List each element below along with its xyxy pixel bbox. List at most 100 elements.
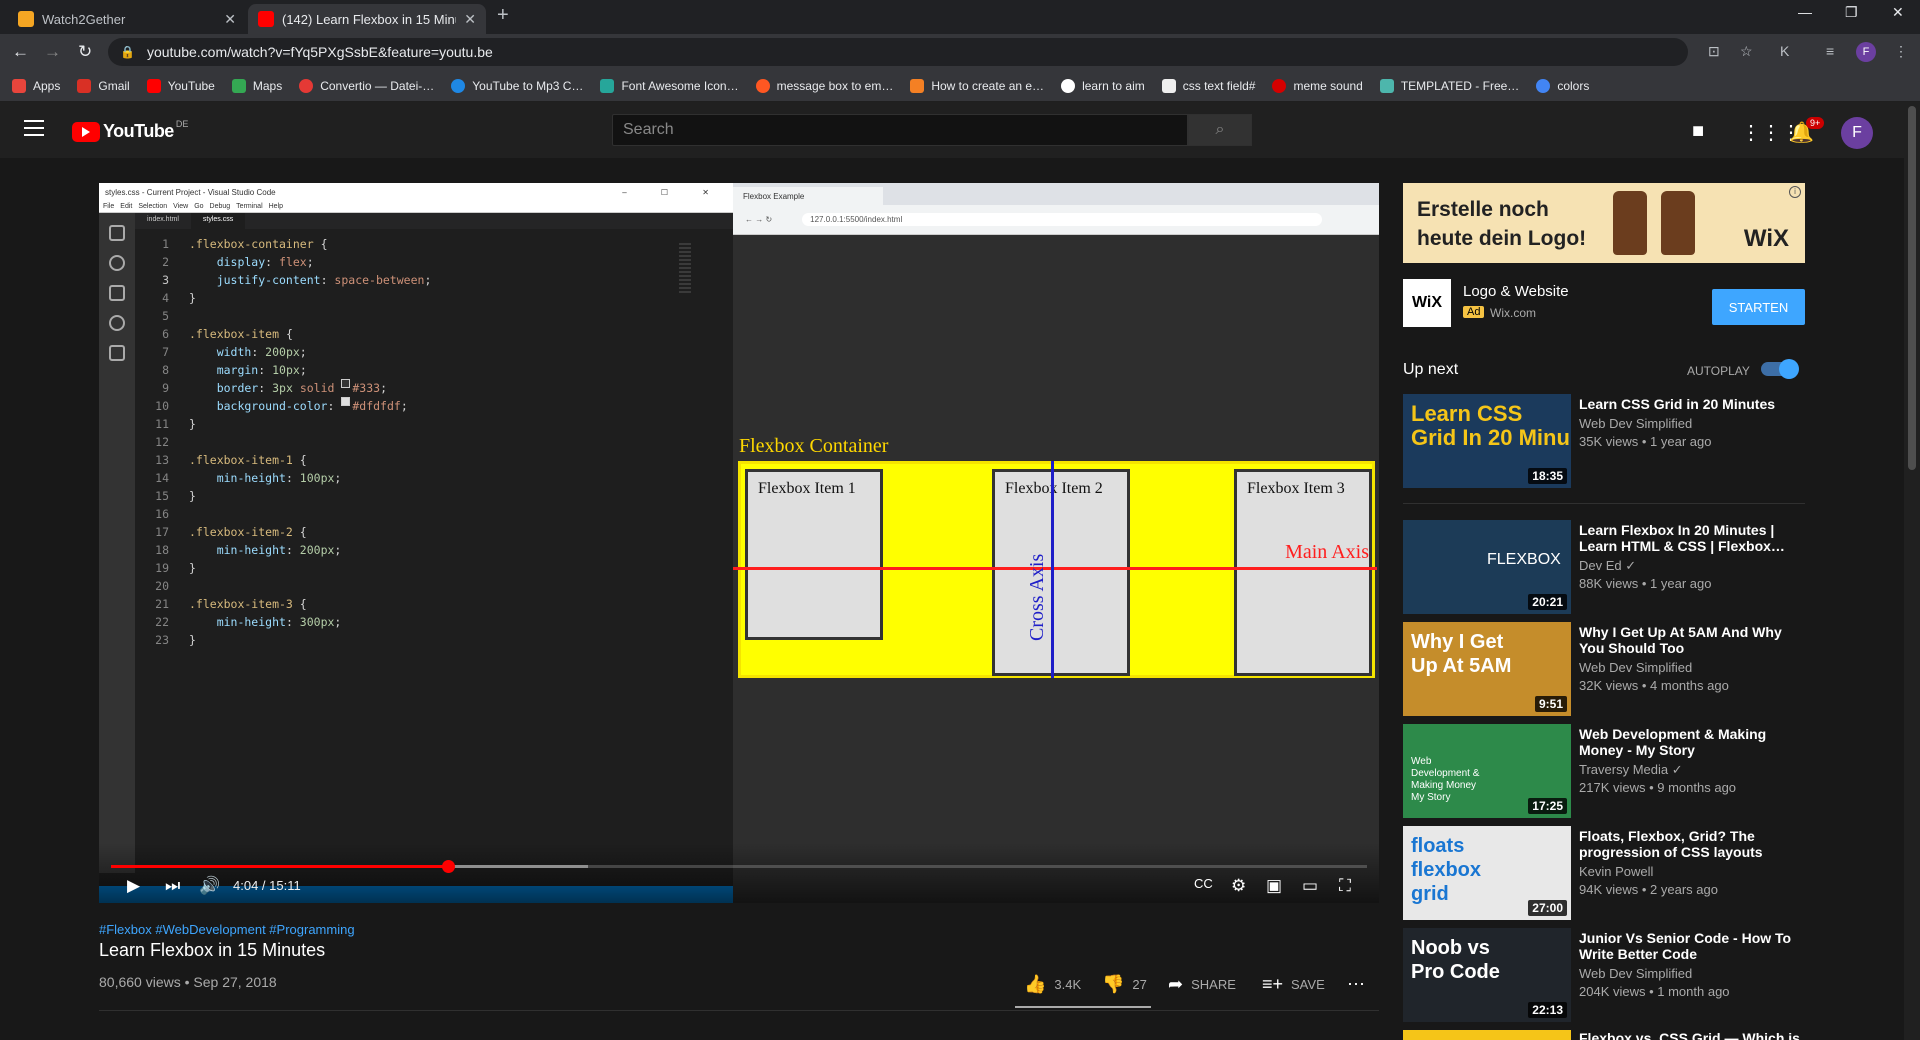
video-thumbnail[interactable]: FLEXBOX 20:21 xyxy=(1403,520,1571,614)
volume-icon[interactable]: 🔊 xyxy=(199,876,220,896)
tab-styles-css: styles.css xyxy=(190,213,246,229)
rec-title[interactable]: Learn CSS Grid in 20 Minutes xyxy=(1579,396,1805,412)
bookmark-how-to-create[interactable]: How to create an e… xyxy=(910,78,1044,93)
code-line: 18 min-height: 200px; xyxy=(155,543,342,557)
search-icon[interactable]: ⌕ xyxy=(1188,114,1252,146)
autoplay-label: AUTOPLAY xyxy=(1687,364,1750,378)
list-item[interactable]: Web Development & Making Money My Story … xyxy=(1403,724,1805,818)
bookmark-templated[interactable]: TEMPLATED - Free… xyxy=(1379,78,1519,93)
youtube-logo[interactable]: YouTube DE xyxy=(72,119,188,142)
bookmark-colors[interactable]: colors xyxy=(1536,78,1589,93)
star-icon[interactable]: ☆ xyxy=(1740,43,1753,60)
video-thumbnail[interactable]: floats flexbox grid 27:00 xyxy=(1403,826,1571,920)
extension-k-icon[interactable]: K xyxy=(1780,43,1789,59)
forward-icon[interactable]: → xyxy=(44,42,61,62)
translate-icon[interactable]: ⊡ xyxy=(1708,43,1720,60)
browser-profile-avatar[interactable]: F xyxy=(1856,42,1876,62)
scrollbar-thumb[interactable] xyxy=(1908,106,1916,470)
bookmark-gmail[interactable]: Gmail xyxy=(77,78,130,93)
rec-title[interactable]: Web Development & Making Money - My Stor… xyxy=(1579,726,1805,758)
bookmark-apps[interactable]: Apps xyxy=(12,78,60,93)
rec-title[interactable]: Why I Get Up At 5AM And Why You Should T… xyxy=(1579,624,1805,656)
rec-channel[interactable]: Web Dev Simplified xyxy=(1579,966,1692,981)
minimize-icon[interactable]: — xyxy=(1798,4,1812,20)
more-actions-button[interactable]: ⋯ xyxy=(1347,974,1373,995)
video-hashtags[interactable]: #Flexbox #WebDevelopment #Programming xyxy=(99,922,355,937)
playlist-icon[interactable]: ≡ xyxy=(1826,43,1834,59)
bookmark-css-text-field[interactable]: css text field# xyxy=(1161,78,1255,93)
thumbs-up-icon: 👍 xyxy=(1024,974,1047,994)
captions-icon[interactable]: CC xyxy=(1194,876,1213,891)
list-item[interactable]: Learn CSS Grid In 20 Minu 18:35 Learn CS… xyxy=(1403,394,1805,488)
info-icon[interactable]: i xyxy=(1789,186,1801,198)
code-line: 12 xyxy=(155,435,169,449)
video-thumbnail[interactable]: Noob vs Pro Code 22:13 xyxy=(1403,928,1571,1022)
ad-cta-button[interactable]: STARTEN xyxy=(1712,289,1805,325)
miniplayer-icon[interactable]: ▣ xyxy=(1266,876,1282,896)
preview-browser: Flexbox Example ← → ↻ 127.0.0.1:5500/ind… xyxy=(733,183,1379,903)
play-icon[interactable]: ▶ xyxy=(127,876,140,896)
reload-icon[interactable]: ↻ xyxy=(78,42,92,62)
list-item[interactable]: Flexbox vs. CSS Grid — Which is xyxy=(1403,1030,1805,1040)
create-video-icon[interactable]: ■ xyxy=(1692,120,1704,143)
video-thumbnail[interactable]: Web Development & Making Money My Story … xyxy=(1403,724,1571,818)
fullscreen-icon[interactable]: ⛶ xyxy=(1339,876,1351,896)
rec-channel[interactable]: Web Dev Simplified xyxy=(1579,416,1692,431)
window-close-icon[interactable]: ✕ xyxy=(1892,4,1904,21)
ad-title[interactable]: Logo & Website xyxy=(1463,283,1569,300)
progress-bar[interactable] xyxy=(111,860,1367,873)
next-icon[interactable]: ⏭ xyxy=(165,876,180,896)
up-next-heading: Up next xyxy=(1403,361,1459,378)
rec-title[interactable]: Junior Vs Senior Code - How To Write Bet… xyxy=(1579,930,1805,962)
theater-mode-icon[interactable]: ▭ xyxy=(1302,876,1318,896)
hamburger-menu-icon[interactable] xyxy=(24,120,44,141)
rec-title[interactable]: Learn Flexbox In 20 Minutes | Learn HTML… xyxy=(1579,522,1805,554)
like-button[interactable]: 👍 3.4K xyxy=(1024,974,1081,995)
page-scrollbar[interactable] xyxy=(1904,102,1920,1040)
rec-title[interactable]: Floats, Flexbox, Grid? The progression o… xyxy=(1579,828,1805,860)
ad-banner[interactable]: Erstelle noch heute dein Logo! WiX i xyxy=(1403,183,1805,263)
back-icon[interactable]: ← xyxy=(12,42,29,62)
restore-icon[interactable]: ❐ xyxy=(1845,4,1858,21)
bookmark-learn-to-aim[interactable]: learn to aim xyxy=(1061,78,1145,93)
list-item[interactable]: floats flexbox grid 27:00 Floats, Flexbo… xyxy=(1403,826,1805,920)
bookmark-convertio[interactable]: Convertio — Datei-… xyxy=(299,78,434,93)
rec-channel[interactable]: Dev Ed ✓ xyxy=(1579,558,1636,574)
menu-icon[interactable]: ⋮ xyxy=(1894,43,1908,60)
close-icon[interactable]: ✕ xyxy=(464,11,476,28)
video-thumbnail[interactable] xyxy=(1403,1030,1571,1040)
address-bar[interactable]: 🔒 youtube.com/watch?v=fYq5PXgSsbE&featur… xyxy=(108,38,1688,66)
search-input[interactable]: Search xyxy=(612,114,1188,146)
bookmark-message-box[interactable]: message box to em… xyxy=(755,78,893,93)
bookmark-youtube[interactable]: YouTube xyxy=(146,78,215,93)
bookmark-font-awesome[interactable]: Font Awesome Icon… xyxy=(600,78,739,93)
new-tab-button[interactable]: + xyxy=(497,4,509,27)
settings-gear-icon[interactable]: ⚙ xyxy=(1231,876,1246,896)
close-icon[interactable]: ✕ xyxy=(224,11,236,28)
list-item[interactable]: Why I Get Up At 5AM 9:51 Why I Get Up At… xyxy=(1403,622,1805,716)
dislike-button[interactable]: 👎 27 xyxy=(1102,974,1147,995)
video-thumbnail[interactable]: Learn CSS Grid In 20 Minu 18:35 xyxy=(1403,394,1571,488)
code-line: 10 background-color: #dfdfdf; xyxy=(155,397,408,413)
rec-channel[interactable]: Traversy Media ✓ xyxy=(1579,762,1683,778)
autoplay-toggle[interactable] xyxy=(1761,359,1799,379)
tab-watch2gether[interactable]: Watch2Gether ✕ xyxy=(8,4,246,34)
rec-channel[interactable]: Kevin Powell xyxy=(1579,864,1653,879)
scrubber-handle[interactable] xyxy=(441,860,455,873)
video-thumbnail[interactable]: Why I Get Up At 5AM 9:51 xyxy=(1403,622,1571,716)
avatar[interactable]: F xyxy=(1841,117,1873,149)
list-item[interactable]: FLEXBOX 20:21 Learn Flexbox In 20 Minute… xyxy=(1403,520,1805,614)
video-player[interactable]: styles.css - Current Project - Visual St… xyxy=(99,183,1379,903)
bookmark-meme-sound[interactable]: meme sound xyxy=(1272,78,1363,93)
rec-title[interactable]: Flexbox vs. CSS Grid — Which is xyxy=(1579,1030,1805,1040)
wix-logo[interactable]: WiX xyxy=(1403,279,1451,327)
list-item[interactable]: Noob vs Pro Code 22:13 Junior Vs Senior … xyxy=(1403,928,1805,1022)
share-button[interactable]: ➦ SHARE xyxy=(1168,974,1236,995)
youtube-icon xyxy=(146,78,161,93)
bookmark-yt-mp3[interactable]: YouTube to Mp3 C… xyxy=(451,78,583,93)
bookmark-maps[interactable]: Maps xyxy=(231,78,282,93)
save-button[interactable]: ≡+ SAVE xyxy=(1262,974,1325,995)
rec-channel[interactable]: Web Dev Simplified xyxy=(1579,660,1692,675)
tab-youtube[interactable]: (142) Learn Flexbox in 15 Minute ✕ xyxy=(248,4,486,34)
flexbox-item-1: Flexbox Item 1 xyxy=(745,469,883,640)
